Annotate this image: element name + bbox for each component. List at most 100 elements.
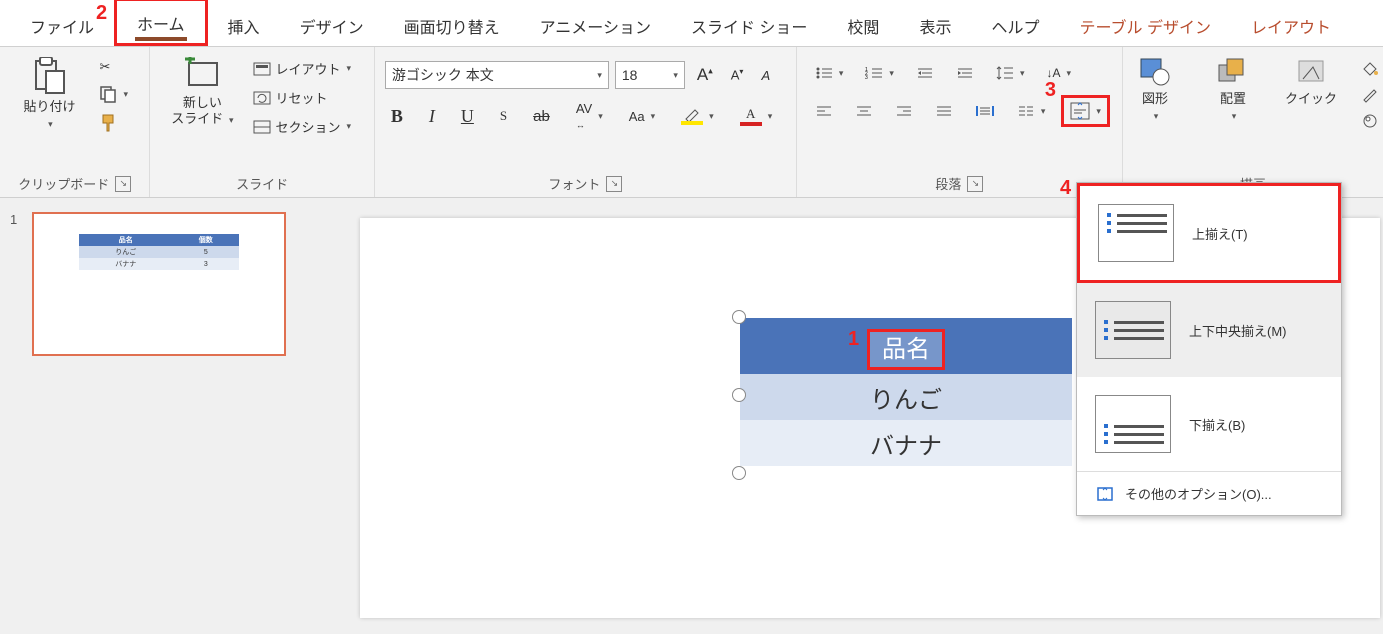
copy-icon	[99, 85, 117, 103]
outdent-icon	[916, 66, 934, 80]
font-name-combo[interactable]: 游ゴシック 本文▾	[385, 61, 609, 89]
new-slide-icon	[183, 57, 221, 91]
shapes-icon	[1139, 57, 1171, 87]
italic-button[interactable]: I	[423, 104, 441, 129]
tab-animations[interactable]: アニメーション	[520, 4, 671, 46]
char-spacing-button[interactable]: AV↔▾	[570, 99, 609, 133]
line-spacing-icon	[996, 65, 1014, 81]
highlight-icon	[681, 107, 703, 125]
table-header-cell[interactable]: 品名	[740, 318, 1072, 374]
font-size-combo[interactable]: 18▾	[615, 61, 685, 89]
justify-button[interactable]	[929, 102, 959, 120]
tab-slideshow[interactable]: スライド ショー	[671, 4, 827, 46]
slide-table[interactable]: 品名 りんご バナナ	[740, 318, 1072, 466]
columns-button[interactable]: ▾	[1011, 102, 1052, 120]
table-row[interactable]: バナナ	[740, 420, 1072, 466]
group-slides: 新しい スライド ▾ レイアウト▾ リセット セクション▾ スライド	[150, 47, 374, 197]
shrink-font-button[interactable]: A▾	[725, 65, 750, 84]
vertical-align-icon	[1070, 102, 1090, 120]
table-object[interactable]: 1 品名 りんご バナナ	[740, 318, 1072, 466]
align-top-item[interactable]: 上揃え(T)	[1077, 183, 1341, 283]
reset-icon	[253, 91, 271, 105]
tab-view[interactable]: 表示	[899, 4, 971, 46]
scissors-icon: ✂	[99, 59, 110, 75]
distribute-button[interactable]	[969, 102, 1001, 120]
brush-icon	[99, 113, 117, 133]
bullets-button[interactable]: ▾	[809, 64, 850, 82]
align-middle-icon	[1095, 301, 1171, 359]
align-middle-item[interactable]: 上下中央揃え(M)	[1077, 283, 1341, 377]
new-slide-button[interactable]: 新しい スライド ▾	[167, 53, 237, 130]
vertical-align-button[interactable]: ▾	[1061, 95, 1110, 127]
tab-design[interactable]: デザイン	[280, 4, 384, 46]
shadow-button[interactable]: S	[494, 106, 513, 126]
quick-styles-button[interactable]: クイック	[1277, 53, 1345, 111]
columns-icon	[1017, 104, 1035, 118]
reset-button[interactable]: リセット	[247, 86, 357, 109]
indent-decrease-button[interactable]	[910, 64, 940, 82]
ribbon: 貼り付け▾ ✂ ▾ クリップボード ↘	[0, 47, 1383, 198]
copy-button[interactable]: ▾	[93, 83, 134, 105]
tab-layout[interactable]: レイアウト	[1231, 4, 1351, 46]
justify-icon	[935, 104, 953, 118]
align-top-label: 上揃え(T)	[1192, 224, 1248, 243]
cut-button[interactable]: ✂	[93, 57, 134, 77]
align-bottom-label: 下揃え(B)	[1189, 415, 1245, 434]
arrange-icon	[1217, 57, 1249, 87]
annotation-3: 3	[1045, 79, 1056, 102]
annotation-1: 1	[848, 328, 859, 351]
group-slides-label: スライド	[236, 174, 288, 193]
font-dialog-launcher[interactable]: ↘	[606, 176, 622, 192]
align-more-options[interactable]: その他のオプション(O)...	[1077, 472, 1341, 515]
text-direction-icon: ↓A	[1046, 66, 1060, 80]
grow-font-button[interactable]: A▴	[691, 63, 719, 87]
section-icon	[253, 120, 271, 134]
tab-transitions[interactable]: 画面切り替え	[384, 4, 520, 46]
tab-review[interactable]: 校閲	[827, 4, 899, 46]
highlight-button[interactable]: ▾	[675, 105, 720, 127]
align-left-icon	[815, 104, 833, 118]
clipboard-dialog-launcher[interactable]: ↘	[115, 176, 131, 192]
shrink-font-icon: A▾	[731, 67, 744, 82]
align-right-button[interactable]	[889, 102, 919, 120]
grow-font-icon: A▴	[697, 65, 713, 85]
align-more-label: その他のオプション(O)...	[1125, 484, 1272, 503]
arrange-button[interactable]: 配置▾	[1199, 53, 1267, 126]
tab-insert[interactable]: 挿入	[208, 4, 280, 46]
thumbnail-pane: 1 品名個数 りんご5 バナナ3	[0, 198, 340, 634]
shapes-button[interactable]: 図形▾	[1121, 53, 1189, 126]
change-case-button[interactable]: Aa▾	[623, 107, 661, 126]
format-painter-button[interactable]	[93, 111, 134, 135]
align-left-button[interactable]	[809, 102, 839, 120]
bold-button[interactable]: B	[385, 104, 409, 129]
numbering-button[interactable]: 123▾	[859, 64, 900, 82]
shape-outline-button[interactable]	[1355, 85, 1383, 105]
tab-home[interactable]: ホーム	[114, 0, 208, 46]
indent-increase-button[interactable]	[950, 64, 980, 82]
group-font-label: フォント	[548, 174, 600, 193]
ribbon-tabs: ファイル 2 ホーム 挿入 デザイン 画面切り替え アニメーション スライド シ…	[0, 0, 1383, 47]
align-center-button[interactable]	[849, 102, 879, 120]
slide-thumbnail-1[interactable]: 品名個数 りんご5 バナナ3	[32, 212, 286, 356]
slide-layout-button[interactable]: レイアウト▾	[247, 57, 357, 80]
group-paragraph: ▾ 123▾ ▾ ↓A▾ ▾ 3 ▾	[797, 47, 1123, 197]
indent-icon	[956, 66, 974, 80]
paste-button[interactable]: 貼り付け▾	[15, 53, 83, 134]
tab-table-design[interactable]: テーブル デザイン	[1059, 4, 1231, 46]
font-color-button[interactable]: A ▾	[734, 104, 779, 128]
strike-button[interactable]: ab	[527, 106, 556, 127]
annotation-4: 4	[1060, 177, 1071, 200]
tab-help[interactable]: ヘルプ	[971, 4, 1059, 46]
clear-formatting-button[interactable]: A⃠	[755, 66, 785, 85]
line-spacing-button[interactable]: ▾	[990, 63, 1031, 83]
align-bottom-item[interactable]: 下揃え(B)	[1077, 377, 1341, 471]
underline-button[interactable]: U	[455, 104, 480, 129]
vertical-align-menu: 上揃え(T) 上下中央揃え(M) 下揃え(B) その他のオプション(O)...	[1076, 182, 1342, 516]
shape-fill-button[interactable]	[1355, 59, 1383, 79]
paragraph-dialog-launcher[interactable]: ↘	[967, 176, 983, 192]
table-row[interactable]: りんご	[740, 374, 1072, 420]
bullets-icon	[815, 66, 833, 80]
group-clipboard-label: クリップボード	[18, 174, 109, 193]
section-button[interactable]: セクション▾	[247, 115, 357, 138]
shape-effects-button[interactable]	[1355, 111, 1383, 131]
